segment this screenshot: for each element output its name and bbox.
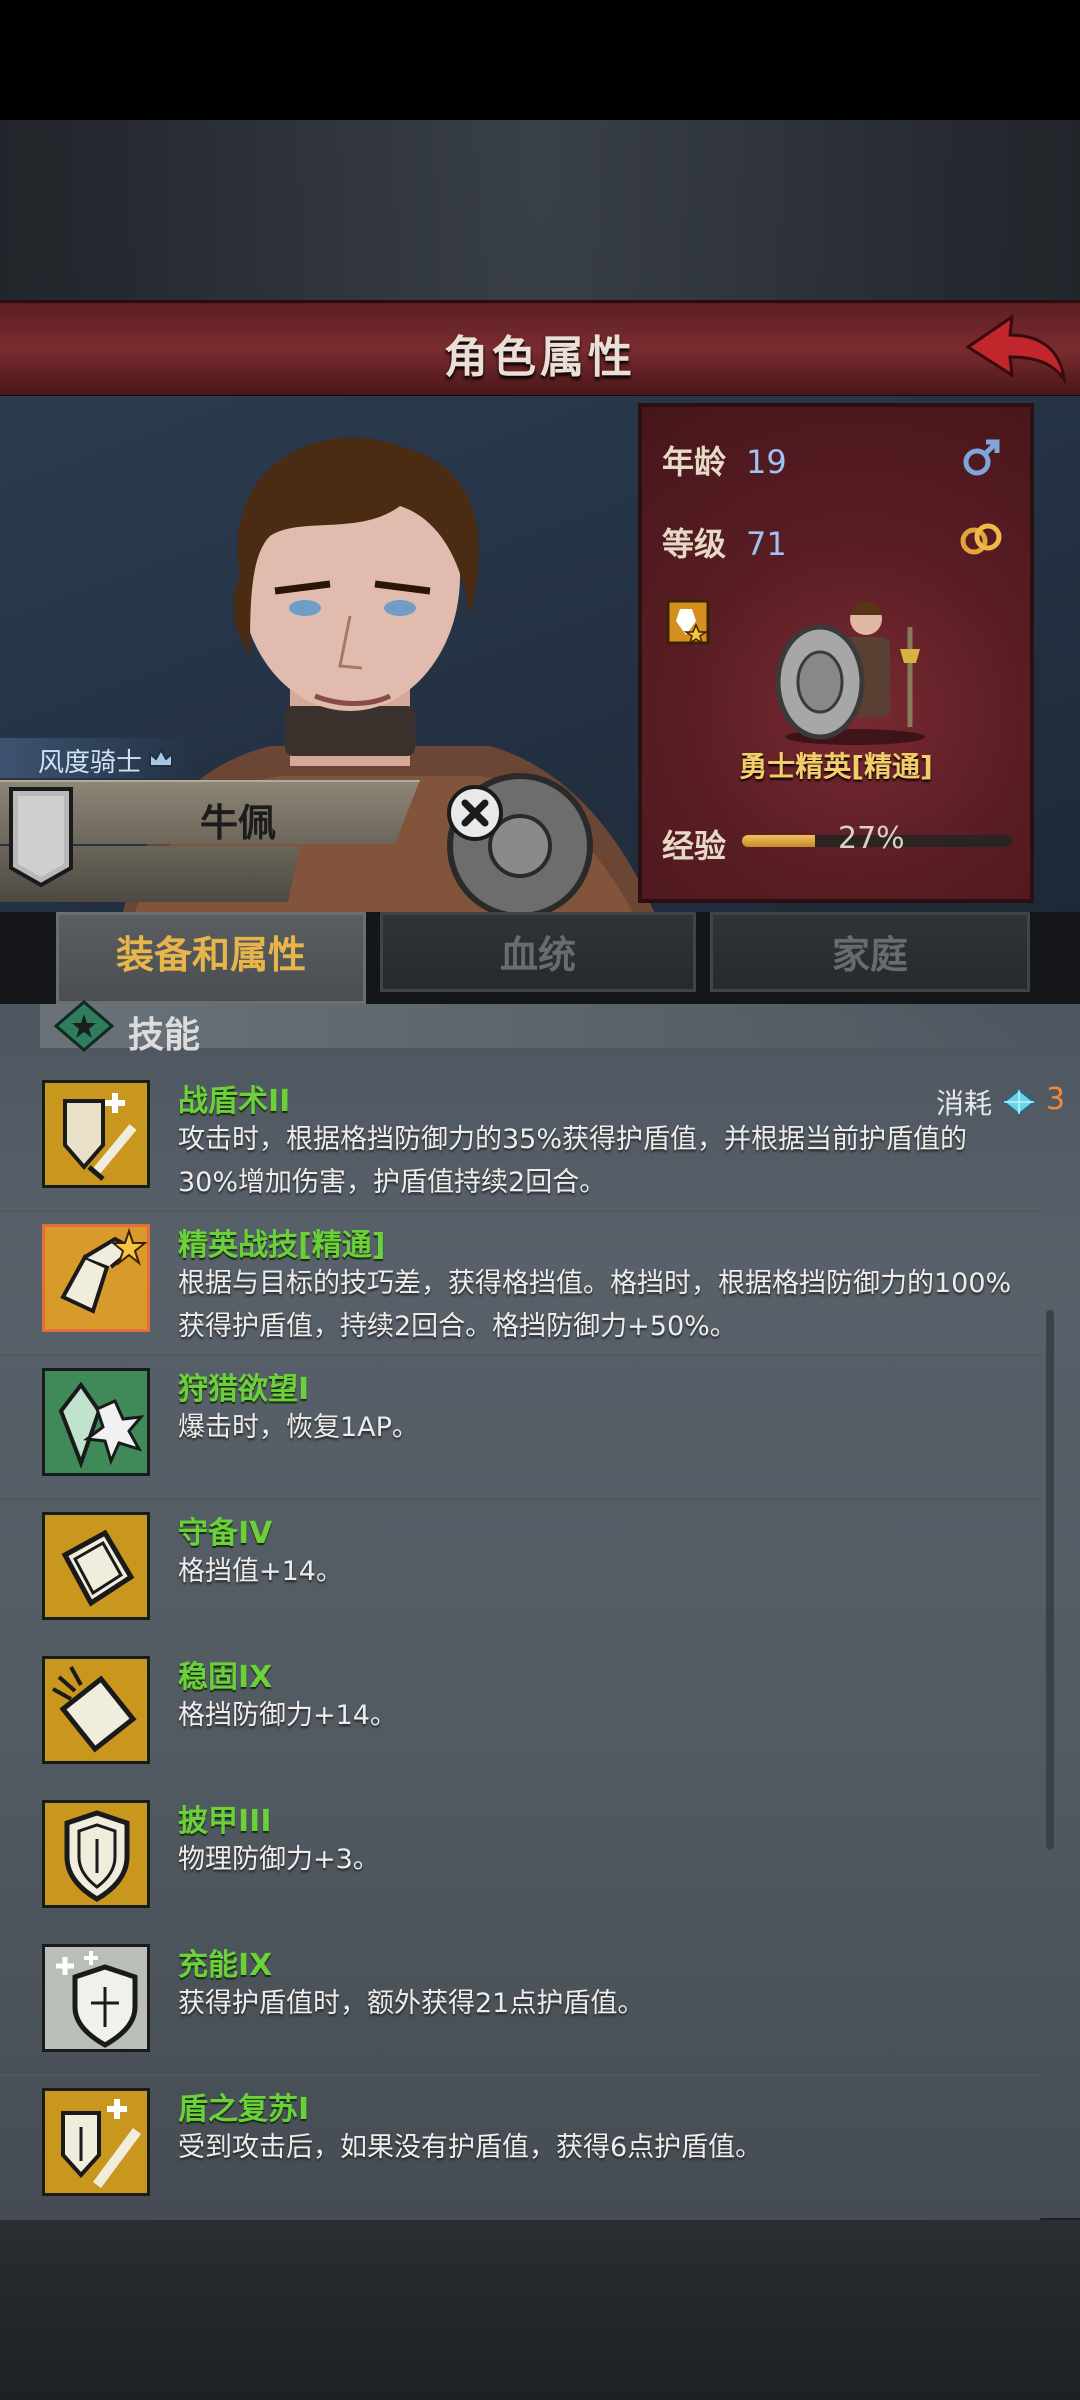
exp-label: 经验 xyxy=(662,827,727,865)
class-label: 风度骑士 xyxy=(38,748,143,778)
skill-description: 攻击时，根据格挡防御力的35%获得护盾值，并根据当前护盾值的30%增加伤害，护盾… xyxy=(178,1124,968,1198)
age-label: 年龄 xyxy=(662,443,727,481)
skill-row[interactable]: 稳固IX 格挡防御力+14。 xyxy=(0,1642,1040,1788)
status-bar xyxy=(0,0,1080,120)
skill-name: 精英战技[精通] xyxy=(178,1228,386,1263)
info-card: 年龄 19 等级 71 勇士精英[精通] 经验 27% xyxy=(638,403,1034,903)
skill-name: 狩猎欲望I xyxy=(178,1372,310,1407)
armor-shield-icon[interactable] xyxy=(42,1800,150,1908)
skill-description: 获得护盾值时，额外获得21点护盾值。 xyxy=(178,1988,645,2019)
rings-icon[interactable] xyxy=(958,521,1004,557)
shield-sword-icon[interactable] xyxy=(42,1080,150,1188)
class-badge: 风度骑士 xyxy=(0,738,195,778)
skill-row[interactable]: 战盾术II 攻击时，根据格挡防御力的35%获得护盾值，并根据当前护盾值的30%增加… xyxy=(0,1066,1040,1212)
skills-section-header: 技能 xyxy=(40,1000,1040,1056)
level-row: 等级 71 xyxy=(662,519,787,565)
skill-row[interactable]: 盾之复苏I 受到攻击后，如果没有护盾值，获得6点护盾值。 xyxy=(0,2074,1040,2220)
knight-figure xyxy=(775,601,925,745)
close-icon xyxy=(461,799,489,827)
skill-row[interactable]: 守备IV 格挡值+14。 xyxy=(0,1498,1040,1644)
bottom-area xyxy=(0,2220,1080,2400)
banner-icon[interactable] xyxy=(8,786,74,888)
skill-description: 格挡值+14。 xyxy=(178,1556,343,1587)
skill-row[interactable]: 精英战技[精通] 根据与目标的技巧差，获得格挡值。格挡时，根据格挡防御力的100%… xyxy=(0,1210,1040,1356)
exp-bar-fill xyxy=(742,835,815,847)
skills-section-title: 技能 xyxy=(128,1015,201,1056)
skill-name: 稳固IX xyxy=(178,1660,273,1695)
skill-name: 披甲III xyxy=(178,1804,272,1839)
page-title: 角色属性 xyxy=(444,332,636,383)
guard-block-icon[interactable] xyxy=(42,1512,150,1620)
charge-shield-icon[interactable] xyxy=(42,1944,150,2052)
tab-equipment-attributes[interactable]: 装备和属性 xyxy=(56,912,366,1004)
scrollbar[interactable] xyxy=(1046,1310,1054,1850)
level-value: 71 xyxy=(746,525,787,563)
title-bar: 角色属性 xyxy=(0,300,1080,399)
skill-name: 盾之复苏I xyxy=(178,2092,310,2127)
skill-description: 物理防御力+3。 xyxy=(178,1844,380,1875)
skill-name: 充能IX xyxy=(178,1948,273,1983)
skill-description: 爆击时，恢复1AP。 xyxy=(178,1412,419,1443)
crown-icon xyxy=(149,748,173,767)
skill-description: 格挡防御力+14。 xyxy=(178,1700,397,1731)
tab-bloodline[interactable]: 血统 xyxy=(380,912,696,992)
rank-title: 勇士精英[精通] xyxy=(739,750,933,783)
skill-row[interactable]: 披甲III 物理防御力+3。 xyxy=(0,1786,1040,1932)
rank-icon xyxy=(666,599,710,645)
hunting-crystal-icon[interactable] xyxy=(42,1368,150,1476)
remove-button[interactable] xyxy=(447,785,503,841)
steady-block-icon[interactable] xyxy=(42,1656,150,1764)
back-arrow-icon xyxy=(965,313,1067,385)
cost-value: 3 xyxy=(1046,1082,1066,1117)
skill-row[interactable]: 充能IX 获得护盾值时，额外获得21点护盾值。 xyxy=(0,1930,1040,2076)
skill-section-icon xyxy=(54,1000,114,1052)
male-icon xyxy=(963,439,1000,476)
character-name: 牛佩 xyxy=(200,801,277,845)
skill-name: 守备IV xyxy=(178,1516,273,1551)
skill-description: 根据与目标的技巧差，获得格挡值。格挡时，根据格挡防御力的100%获得护盾值，持续… xyxy=(178,1268,1012,1342)
level-label: 等级 xyxy=(662,525,727,563)
exp-percent: 27% xyxy=(838,821,905,856)
skills-panel: 技能 消耗 3 战盾术II 攻击时，根据格挡防御力的35%获得护盾值，并根据当前护… xyxy=(0,1000,1080,2220)
shield-revive-icon[interactable] xyxy=(42,2088,150,2196)
age-value: 19 xyxy=(746,443,787,481)
tab-family[interactable]: 家庭 xyxy=(710,912,1030,992)
skill-row[interactable]: 狩猎欲望I 爆击时，恢复1AP。 xyxy=(0,1354,1040,1500)
skill-name: 战盾术II xyxy=(178,1084,291,1119)
elite-technique-icon[interactable] xyxy=(42,1224,150,1332)
skill-description: 受到攻击后，如果没有护盾值，获得6点护盾值。 xyxy=(178,2132,763,2163)
back-button[interactable] xyxy=(960,309,1070,389)
tab-bar: 装备和属性 血统 家庭 xyxy=(0,912,1080,1004)
age-row: 年龄 19 xyxy=(662,437,787,483)
